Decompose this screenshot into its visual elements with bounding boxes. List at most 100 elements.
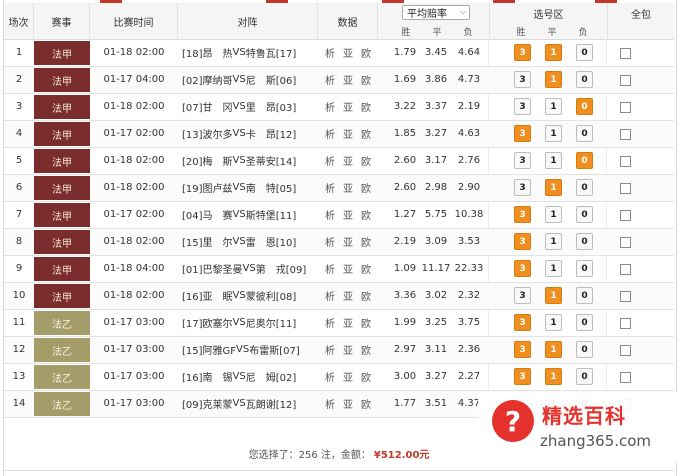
select-all-checkbox[interactable]	[620, 237, 631, 248]
pick-lose-button[interactable]: 0	[576, 152, 593, 169]
analysis-link[interactable]: 析	[325, 72, 335, 87]
analysis-link[interactable]: 析	[325, 288, 335, 303]
select-all-checkbox[interactable]	[620, 129, 631, 140]
analysis-link[interactable]: 析	[325, 180, 335, 195]
match-teams: [16]南 锡 VS 尼 姆[02]	[182, 364, 318, 390]
asia-odds-link[interactable]: 亚	[343, 342, 353, 357]
analysis-link[interactable]: 析	[325, 342, 335, 357]
analysis-link[interactable]: 析	[325, 126, 335, 141]
asia-odds-link[interactable]: 亚	[343, 369, 353, 384]
pick-lose-button[interactable]: 0	[576, 44, 593, 61]
select-all-checkbox[interactable]	[620, 102, 631, 113]
euro-odds-link[interactable]: 欧	[361, 207, 371, 222]
analysis-link[interactable]: 析	[325, 45, 335, 60]
pick-win-button[interactable]: 3	[514, 368, 531, 385]
pick-draw-button[interactable]: 1	[545, 125, 562, 142]
pick-lose-button[interactable]: 0	[576, 287, 593, 304]
pick-win-button[interactable]: 3	[514, 44, 531, 61]
select-all-checkbox[interactable]	[620, 156, 631, 167]
pick-draw-button[interactable]: 1	[545, 206, 562, 223]
pick-draw-button[interactable]: 1	[545, 287, 562, 304]
select-all-checkbox[interactable]	[620, 345, 631, 356]
pick-lose-button[interactable]: 0	[576, 98, 593, 115]
asia-odds-link[interactable]: 亚	[343, 261, 353, 276]
pick-draw-button[interactable]: 1	[545, 44, 562, 61]
select-all-checkbox[interactable]	[620, 183, 631, 194]
analysis-link[interactable]: 析	[325, 207, 335, 222]
pick-draw-button[interactable]: 1	[545, 314, 562, 331]
pick-win-button[interactable]: 3	[514, 71, 531, 88]
odds-draw: 3.27	[424, 371, 448, 383]
select-all-checkbox[interactable]	[620, 210, 631, 221]
pick-lose-button[interactable]: 0	[576, 314, 593, 331]
analysis-link[interactable]: 析	[325, 234, 335, 249]
pick-win-button[interactable]: 3	[514, 179, 531, 196]
asia-odds-link[interactable]: 亚	[343, 396, 353, 411]
analysis-link[interactable]: 析	[325, 261, 335, 276]
euro-odds-link[interactable]: 欧	[361, 396, 371, 411]
match-teams: [07]甘 冈 VS 里 昂[03]	[182, 94, 318, 120]
pick-draw-button[interactable]: 1	[545, 341, 562, 358]
analysis-link[interactable]: 析	[325, 153, 335, 168]
analysis-link[interactable]: 析	[325, 396, 335, 411]
pick-lose-button[interactable]: 0	[576, 179, 593, 196]
pick-lose-button[interactable]: 0	[576, 341, 593, 358]
pick-lose-button[interactable]: 0	[576, 71, 593, 88]
select-all-checkbox[interactable]	[620, 372, 631, 383]
pick-draw-button[interactable]: 1	[545, 260, 562, 277]
pick-win-button[interactable]: 3	[514, 260, 531, 277]
euro-odds-link[interactable]: 欧	[361, 45, 371, 60]
asia-odds-link[interactable]: 亚	[343, 315, 353, 330]
euro-odds-link[interactable]: 欧	[361, 315, 371, 330]
asia-odds-link[interactable]: 亚	[343, 153, 353, 168]
pick-draw-button[interactable]: 1	[545, 71, 562, 88]
asia-odds-link[interactable]: 亚	[343, 180, 353, 195]
pick-lose-button[interactable]: 0	[576, 233, 593, 250]
odds-lose-header: 负	[463, 28, 473, 38]
select-all-checkbox[interactable]	[620, 75, 631, 86]
asia-odds-link[interactable]: 亚	[343, 99, 353, 114]
euro-odds-link[interactable]: 欧	[361, 261, 371, 276]
analysis-link[interactable]: 析	[325, 369, 335, 384]
pick-lose-button[interactable]: 0	[576, 206, 593, 223]
euro-odds-link[interactable]: 欧	[361, 342, 371, 357]
select-all-checkbox[interactable]	[620, 318, 631, 329]
pick-win-button[interactable]: 3	[514, 206, 531, 223]
pick-lose-button[interactable]: 0	[576, 260, 593, 277]
select-all-checkbox[interactable]	[620, 264, 631, 275]
asia-odds-link[interactable]: 亚	[343, 288, 353, 303]
pick-win-button[interactable]: 3	[514, 233, 531, 250]
pick-draw-button[interactable]: 1	[545, 233, 562, 250]
pick-draw-button[interactable]: 1	[545, 152, 562, 169]
euro-odds-link[interactable]: 欧	[361, 126, 371, 141]
pick-win-button[interactable]: 3	[514, 314, 531, 331]
pick-win-button[interactable]: 3	[514, 152, 531, 169]
asia-odds-link[interactable]: 亚	[343, 72, 353, 87]
pick-win-button[interactable]: 3	[514, 341, 531, 358]
asia-odds-link[interactable]: 亚	[343, 234, 353, 249]
analysis-link[interactable]: 析	[325, 99, 335, 114]
pick-lose-button[interactable]: 0	[576, 125, 593, 142]
pick-win-button[interactable]: 3	[514, 287, 531, 304]
euro-odds-link[interactable]: 欧	[361, 234, 371, 249]
pick-lose-button[interactable]: 0	[576, 368, 593, 385]
pick-draw-button[interactable]: 1	[545, 98, 562, 115]
pick-win-button[interactable]: 3	[514, 98, 531, 115]
analysis-link[interactable]: 析	[325, 315, 335, 330]
pick-win-button[interactable]: 3	[514, 125, 531, 142]
odds-type-select[interactable]: 平均赔率 ⌵	[402, 5, 470, 20]
euro-odds-link[interactable]: 欧	[361, 288, 371, 303]
pick-draw-button[interactable]: 1	[545, 368, 562, 385]
odds-win: 1.99	[393, 317, 417, 329]
euro-odds-link[interactable]: 欧	[361, 153, 371, 168]
asia-odds-link[interactable]: 亚	[343, 207, 353, 222]
pick-draw-button[interactable]: 1	[545, 179, 562, 196]
euro-odds-link[interactable]: 欧	[361, 180, 371, 195]
select-all-checkbox[interactable]	[620, 291, 631, 302]
euro-odds-link[interactable]: 欧	[361, 369, 371, 384]
asia-odds-link[interactable]: 亚	[343, 45, 353, 60]
select-all-checkbox[interactable]	[620, 48, 631, 59]
euro-odds-link[interactable]: 欧	[361, 99, 371, 114]
asia-odds-link[interactable]: 亚	[343, 126, 353, 141]
euro-odds-link[interactable]: 欧	[361, 72, 371, 87]
